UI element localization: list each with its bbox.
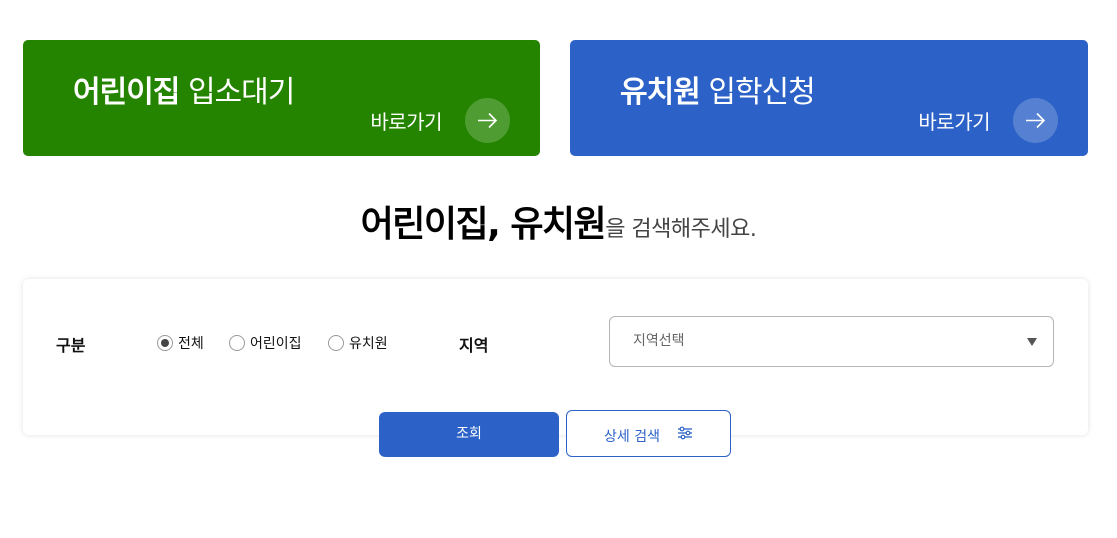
kindergarten-banner-go-label: 바로가기 [918, 110, 990, 134]
kindergarten-apply-banner[interactable]: 유치원 입학신청 바로가기 [570, 40, 1088, 156]
daycare-banner-title-light: 입소대기 [187, 75, 295, 110]
page-heading: 어린이집, 유치원을 검색해주세요. [0, 195, 1117, 247]
radio-all[interactable]: 전체 [157, 333, 204, 353]
radio-unchecked-icon[interactable] [229, 335, 245, 351]
kindergarten-banner-title-light: 입학신청 [708, 75, 815, 110]
region-label: 지역 [459, 336, 489, 355]
daycare-banner-title: 어린이집 입소대기 [73, 67, 295, 111]
search-button[interactable]: 조회 [379, 412, 559, 457]
daycare-banner-title-bold: 어린이집 [73, 75, 180, 110]
type-label: 구분 [56, 336, 86, 355]
radio-kindergarten[interactable]: 유치원 [328, 333, 388, 353]
daycare-banner-go-label: 바로가기 [370, 110, 442, 134]
caret-down-icon [1027, 338, 1037, 346]
radio-all-label: 전체 [178, 336, 204, 352]
detail-search-label: 상세 검색 [604, 429, 660, 445]
region-select-value: 지역선택 [633, 333, 685, 349]
daycare-waitlist-banner[interactable]: 어린이집 입소대기 바로가기 [23, 40, 540, 156]
arrow-right-icon[interactable] [465, 98, 510, 143]
radio-daycare-label: 어린이집 [250, 336, 302, 352]
radio-kindergarten-label: 유치원 [349, 336, 388, 352]
sliders-icon [677, 426, 693, 444]
kindergarten-banner-title-bold: 유치원 [620, 75, 701, 110]
region-select[interactable]: 지역선택 [609, 316, 1054, 367]
page-heading-suffix: 을 검색해주세요. [605, 217, 757, 242]
radio-daycare[interactable]: 어린이집 [229, 333, 302, 353]
detail-search-button[interactable]: 상세 검색 [566, 410, 731, 457]
radio-checked-icon[interactable] [157, 335, 173, 351]
arrow-right-icon[interactable] [1013, 98, 1058, 143]
kindergarten-banner-title: 유치원 입학신청 [620, 67, 816, 111]
page-heading-bold: 어린이집, 유치원 [360, 204, 607, 245]
radio-unchecked-icon[interactable] [328, 335, 344, 351]
